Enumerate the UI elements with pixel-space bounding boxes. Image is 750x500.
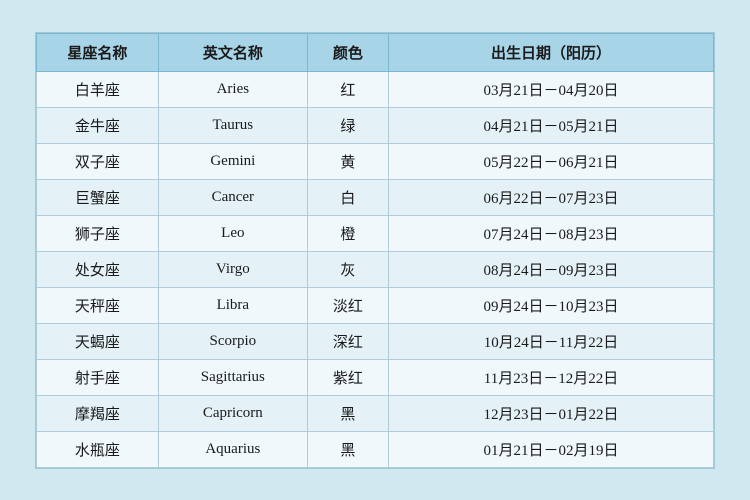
cell-chinese: 金牛座 [37,107,159,143]
cell-date: 09月24日－10月23日 [389,287,714,323]
cell-english: Scorpio [158,323,307,359]
cell-chinese: 白羊座 [37,71,159,107]
cell-color: 深红 [307,323,388,359]
cell-english: Taurus [158,107,307,143]
cell-color: 红 [307,71,388,107]
cell-color: 紫红 [307,359,388,395]
cell-date: 11月23日－12月22日 [389,359,714,395]
cell-date: 06月22日－07月23日 [389,179,714,215]
cell-color: 黄 [307,143,388,179]
zodiac-table: 星座名称 英文名称 颜色 出生日期（阳历） 白羊座Aries红03月21日－04… [36,33,714,468]
cell-english: Libra [158,287,307,323]
cell-color: 淡红 [307,287,388,323]
cell-date: 05月22日－06月21日 [389,143,714,179]
cell-english: Virgo [158,251,307,287]
cell-chinese: 水瓶座 [37,431,159,467]
table-row: 处女座Virgo灰08月24日－09月23日 [37,251,714,287]
cell-date: 07月24日－08月23日 [389,215,714,251]
cell-chinese: 射手座 [37,359,159,395]
cell-chinese: 双子座 [37,143,159,179]
table-row: 金牛座Taurus绿04月21日－05月21日 [37,107,714,143]
cell-english: Leo [158,215,307,251]
cell-english: Aries [158,71,307,107]
header-chinese-name: 星座名称 [37,33,159,71]
cell-chinese: 处女座 [37,251,159,287]
table-row: 狮子座Leo橙07月24日－08月23日 [37,215,714,251]
cell-english: Cancer [158,179,307,215]
cell-color: 灰 [307,251,388,287]
cell-date: 12月23日－01月22日 [389,395,714,431]
table-row: 双子座Gemini黄05月22日－06月21日 [37,143,714,179]
table-header-row: 星座名称 英文名称 颜色 出生日期（阳历） [37,33,714,71]
cell-color: 黑 [307,395,388,431]
cell-date: 10月24日－11月22日 [389,323,714,359]
table-row: 天秤座Libra淡红09月24日－10月23日 [37,287,714,323]
cell-color: 橙 [307,215,388,251]
cell-chinese: 狮子座 [37,215,159,251]
cell-chinese: 摩羯座 [37,395,159,431]
cell-chinese: 天蝎座 [37,323,159,359]
table-row: 水瓶座Aquarius黑01月21日－02月19日 [37,431,714,467]
cell-color: 黑 [307,431,388,467]
table-row: 天蝎座Scorpio深红10月24日－11月22日 [37,323,714,359]
cell-color: 白 [307,179,388,215]
header-english-name: 英文名称 [158,33,307,71]
cell-english: Gemini [158,143,307,179]
table-row: 巨蟹座Cancer白06月22日－07月23日 [37,179,714,215]
cell-chinese: 天秤座 [37,287,159,323]
cell-color: 绿 [307,107,388,143]
cell-date: 08月24日－09月23日 [389,251,714,287]
cell-english: Aquarius [158,431,307,467]
table-row: 射手座Sagittarius紫红11月23日－12月22日 [37,359,714,395]
table-row: 摩羯座Capricorn黑12月23日－01月22日 [37,395,714,431]
cell-date: 03月21日－04月20日 [389,71,714,107]
cell-date: 04月21日－05月21日 [389,107,714,143]
cell-english: Capricorn [158,395,307,431]
header-color: 颜色 [307,33,388,71]
cell-english: Sagittarius [158,359,307,395]
table-row: 白羊座Aries红03月21日－04月20日 [37,71,714,107]
zodiac-table-container: 星座名称 英文名称 颜色 出生日期（阳历） 白羊座Aries红03月21日－04… [35,32,715,469]
header-birth-date: 出生日期（阳历） [389,33,714,71]
cell-date: 01月21日－02月19日 [389,431,714,467]
cell-chinese: 巨蟹座 [37,179,159,215]
